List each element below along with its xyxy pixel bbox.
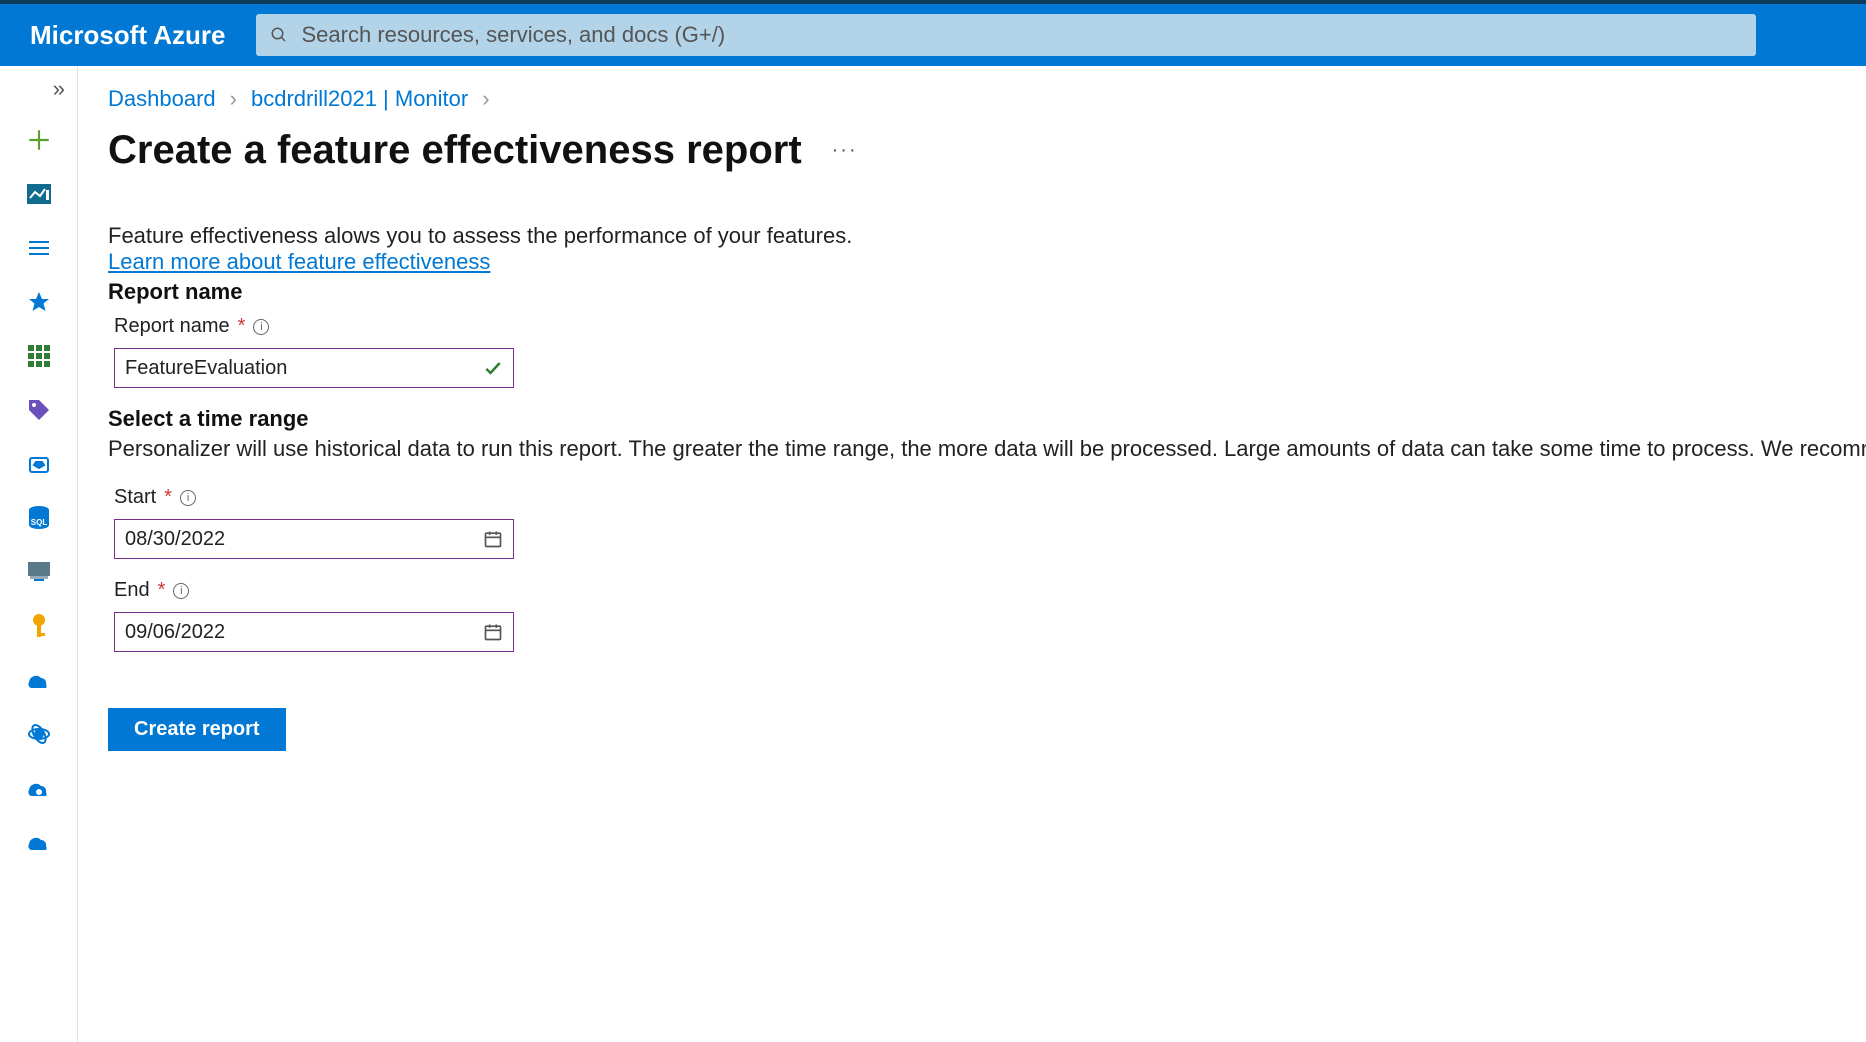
end-label-text: End	[114, 579, 150, 602]
report-name-label-text: Report name	[114, 315, 230, 338]
keys-icon[interactable]	[23, 610, 55, 642]
start-date-label: Start * i	[108, 486, 1866, 509]
end-date-field[interactable]	[114, 612, 514, 652]
time-range-description: Personalizer will use historical data to…	[108, 436, 1866, 462]
sidebar-expand-button[interactable]: »	[0, 76, 77, 102]
favorites-icon[interactable]	[23, 286, 55, 318]
chevron-right-icon: ›	[230, 86, 237, 112]
breadcrumb: Dashboard › bcdrdrill2021 | Monitor ›	[108, 86, 1866, 112]
start-date-input[interactable]	[125, 528, 483, 551]
search-input[interactable]	[302, 22, 1742, 48]
sql-icon[interactable]: SQL	[23, 502, 55, 534]
chevron-right-icon: ›	[482, 86, 489, 112]
end-date-label: End * i	[108, 579, 1866, 602]
create-report-button[interactable]: Create report	[108, 708, 286, 751]
report-name-label: Report name * i	[108, 315, 1866, 338]
info-icon[interactable]: i	[173, 583, 189, 599]
report-name-heading: Report name	[108, 279, 1866, 305]
checkmark-icon	[483, 358, 503, 378]
all-services-icon[interactable]	[23, 340, 55, 372]
cloud-app-icon[interactable]	[23, 664, 55, 696]
left-sidebar: » SQL	[0, 66, 78, 1042]
time-range-heading: Select a time range	[108, 406, 1866, 432]
required-asterisk: *	[158, 579, 166, 602]
monitor-cloud-icon[interactable]	[23, 772, 55, 804]
calendar-icon[interactable]	[483, 622, 503, 642]
required-asterisk: *	[238, 315, 246, 338]
all-resources-icon[interactable]	[23, 232, 55, 264]
calendar-icon[interactable]	[483, 529, 503, 549]
page-description: Feature effectiveness alows you to asses…	[108, 223, 1866, 249]
more-actions-button[interactable]: ···	[832, 139, 858, 162]
start-date-field[interactable]	[114, 519, 514, 559]
tags-icon[interactable]	[23, 394, 55, 426]
info-icon[interactable]: i	[180, 490, 196, 506]
dashboard-icon[interactable]	[23, 178, 55, 210]
learn-more-link[interactable]: Learn more about feature effectiveness	[108, 249, 490, 274]
required-asterisk: *	[164, 486, 172, 509]
svg-text:SQL: SQL	[30, 518, 47, 527]
start-label-text: Start	[114, 486, 156, 509]
resource-groups-icon[interactable]	[23, 448, 55, 480]
report-name-field[interactable]	[114, 348, 514, 388]
global-search[interactable]	[256, 14, 1756, 56]
search-icon	[270, 26, 288, 44]
end-date-input[interactable]	[125, 621, 483, 644]
main-content: Dashboard › bcdrdrill2021 | Monitor › Cr…	[78, 66, 1866, 1042]
report-name-input[interactable]	[125, 357, 483, 380]
logic-apps-icon[interactable]	[23, 826, 55, 858]
create-resource-icon[interactable]	[23, 124, 55, 156]
brand-logo: Microsoft Azure	[30, 20, 226, 51]
breadcrumb-link-monitor[interactable]: bcdrdrill2021 | Monitor	[251, 86, 468, 112]
breadcrumb-link-dashboard[interactable]: Dashboard	[108, 86, 216, 112]
cosmos-icon[interactable]	[23, 718, 55, 750]
top-bar: Microsoft Azure	[0, 0, 1866, 66]
page-title: Create a feature effectiveness report	[108, 128, 802, 173]
info-icon[interactable]: i	[253, 319, 269, 335]
virtual-machines-icon[interactable]	[23, 556, 55, 588]
